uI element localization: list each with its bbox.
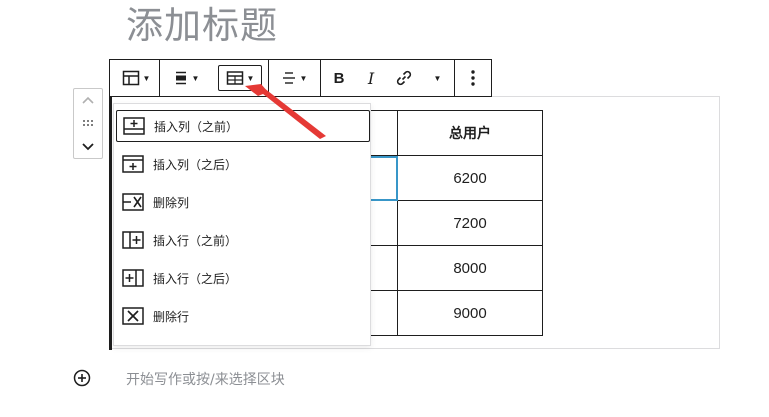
table-cell[interactable]: 6200 bbox=[397, 155, 543, 201]
insert-column-after-icon bbox=[122, 154, 144, 174]
caret-down-icon: ▼ bbox=[142, 73, 151, 83]
table-header-cell[interactable]: 总用户 bbox=[397, 110, 543, 156]
table-cell[interactable]: 9000 bbox=[397, 290, 543, 336]
change-block-type-button[interactable]: ▼ bbox=[118, 65, 154, 91]
toolbar-separator bbox=[159, 60, 160, 96]
menu-item-delete-row[interactable]: 删除行 bbox=[116, 300, 370, 332]
caret-down-icon: ▼ bbox=[246, 73, 255, 83]
more-options-icon bbox=[471, 70, 475, 86]
menu-item-label: 插入列（之前） bbox=[154, 119, 239, 134]
delete-row-icon bbox=[122, 306, 144, 326]
align-center-icon bbox=[175, 71, 186, 85]
post-title[interactable]: 添加标题 bbox=[126, 4, 278, 48]
toolbar-separator bbox=[454, 60, 455, 96]
menu-item-insert-row-after[interactable]: 插入行（之后） bbox=[116, 262, 370, 294]
block-selection-bar bbox=[109, 59, 112, 350]
move-down-button[interactable] bbox=[74, 135, 102, 157]
text-align-icon bbox=[282, 72, 295, 84]
menu-item-label: 插入行（之后） bbox=[153, 271, 238, 286]
chevron-down-icon bbox=[82, 143, 94, 151]
menu-item-insert-row-before[interactable]: 插入行（之前） bbox=[116, 224, 370, 256]
insert-row-before-icon bbox=[122, 230, 144, 250]
block-toolbar: ▼ ▼ ▼ ▼ B I ▼ bbox=[109, 59, 492, 97]
drag-handle[interactable] bbox=[74, 113, 102, 133]
more-formatting-button[interactable]: ▼ bbox=[426, 65, 446, 91]
menu-item-label: 插入行（之前） bbox=[153, 233, 238, 248]
toolbar-separator bbox=[320, 60, 321, 96]
menu-item-insert-column-after[interactable]: 插入列（之后） bbox=[116, 148, 370, 180]
table-edit-menu: 插入列（之前） 插入列（之后） 删除列 插入行（之前） 插入行（之后） 删除行 bbox=[113, 103, 371, 346]
delete-column-icon bbox=[122, 192, 144, 212]
table-icon bbox=[122, 70, 139, 86]
more-options-button[interactable] bbox=[462, 65, 484, 91]
bold-button[interactable]: B bbox=[328, 65, 350, 91]
link-button[interactable] bbox=[392, 65, 416, 91]
insert-row-after-icon bbox=[122, 268, 144, 288]
table-cell[interactable]: 7200 bbox=[397, 200, 543, 246]
move-up-button[interactable] bbox=[74, 89, 102, 111]
menu-item-insert-column-before[interactable]: 插入列（之前） bbox=[116, 110, 370, 142]
link-icon bbox=[396, 70, 412, 86]
caret-down-icon: ▼ bbox=[433, 73, 442, 83]
text-align-button[interactable]: ▼ bbox=[274, 65, 314, 91]
block-align-button[interactable]: ▼ bbox=[166, 65, 206, 91]
drag-handle-icon bbox=[83, 120, 93, 126]
block-mover bbox=[73, 88, 103, 159]
menu-item-label: 插入列（之后） bbox=[153, 157, 238, 172]
caret-down-icon: ▼ bbox=[299, 73, 308, 83]
table-cell[interactable]: 8000 bbox=[397, 245, 543, 291]
menu-item-label: 删除行 bbox=[153, 309, 190, 324]
add-block-button[interactable] bbox=[72, 368, 92, 388]
menu-item-delete-column[interactable]: 删除列 bbox=[116, 186, 370, 218]
italic-button[interactable]: I bbox=[360, 65, 382, 91]
menu-item-label: 删除列 bbox=[153, 195, 190, 210]
table-edit-icon bbox=[226, 71, 243, 85]
chevron-up-icon bbox=[82, 96, 94, 104]
insert-column-before-icon bbox=[123, 116, 145, 136]
caret-down-icon: ▼ bbox=[191, 73, 200, 83]
block-appender-placeholder[interactable]: 开始写作或按/来选择区块 bbox=[126, 369, 285, 389]
toolbar-separator bbox=[268, 60, 269, 96]
table-edit-button[interactable]: ▼ bbox=[218, 65, 262, 91]
add-block-icon bbox=[73, 369, 91, 387]
